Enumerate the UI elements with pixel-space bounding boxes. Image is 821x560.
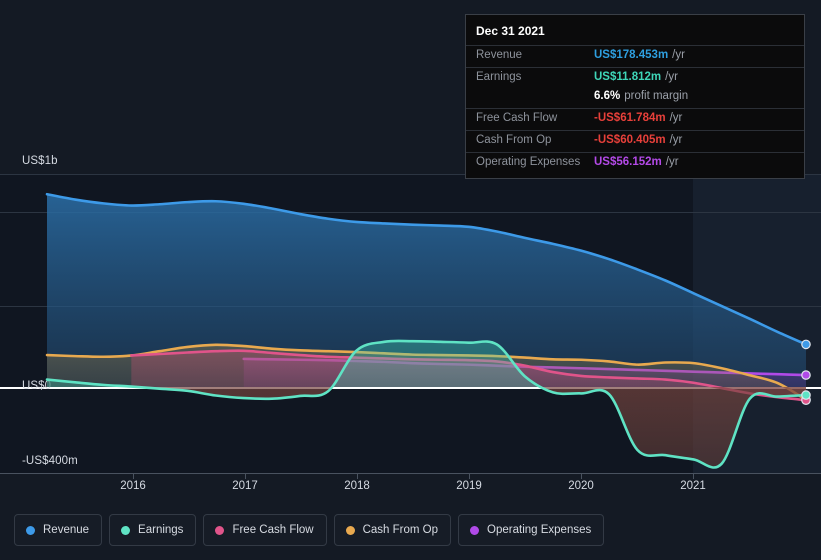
tooltip-row-label: Revenue xyxy=(476,49,523,61)
tooltip-row-suffix: /yr xyxy=(665,71,678,83)
legend-item-label: Earnings xyxy=(138,524,184,536)
tooltip-row-value: 6.6% xyxy=(594,90,621,102)
tooltip-row-label: Operating Expenses xyxy=(476,156,581,168)
legend-swatch-icon xyxy=(215,525,225,535)
endpoint-dot-operating-expenses xyxy=(801,370,811,380)
legend-item-revenue[interactable]: Revenue xyxy=(14,514,103,546)
tooltip-row: Revenue US$178.453m/yr xyxy=(466,45,804,67)
tooltip-row-label: Earnings xyxy=(476,71,522,83)
tooltip-rows: Revenue US$178.453m/yr Earnings US$11.812m /… xyxy=(466,45,804,174)
legend-swatch-icon xyxy=(345,525,355,535)
tooltip-row-label: Free Cash Flow xyxy=(476,112,558,124)
tooltip-row: Earnings US$11.812m/yr xyxy=(466,67,804,89)
legend-item-earnings[interactable]: Earnings xyxy=(109,514,197,546)
tooltip-title: Dec 31 2021 xyxy=(476,24,545,38)
legend-swatch-icon xyxy=(26,525,35,535)
tooltip-row-suffix: /yr xyxy=(669,112,683,124)
tooltip-row: Free Cash Flow -US$61.784m/yr xyxy=(466,108,804,130)
legend-item-operating-expenses[interactable]: Operating Expenses xyxy=(458,514,605,546)
chart-legend: Revenue Earnings Free Cash Flow Cash From O… xyxy=(14,514,605,546)
endpoint-dot-earnings xyxy=(801,390,811,400)
tooltip-row-value: -US$60.405m xyxy=(594,134,666,146)
tooltip-row-suffix: /yr xyxy=(669,134,683,146)
tooltip-row-suffix: profit margin xyxy=(624,90,689,102)
tooltip-row-suffix: /yr xyxy=(672,49,685,61)
legend-item-label: Cash From Op xyxy=(362,524,439,536)
legend-item-free-cash-flow[interactable]: Free Cash Flow xyxy=(203,514,327,546)
tooltip-row-label: Cash From Op xyxy=(476,134,552,146)
tooltip-row-value: US$11.812m xyxy=(594,71,662,83)
tooltip-row-value: US$178.453m xyxy=(594,49,669,61)
legend-swatch-icon xyxy=(121,525,131,535)
tooltip-row-suffix: /yr xyxy=(665,156,679,168)
legend-item-label: Revenue xyxy=(43,524,90,536)
legend-item-label: Free Cash Flow xyxy=(232,524,314,536)
tooltip-card: Dec 31 2021 Revenue US$178.453m/yr Earning… xyxy=(465,14,805,179)
endpoint-dot-revenue xyxy=(801,339,811,350)
tooltip-row-value: -US$61.784m xyxy=(594,112,666,124)
tooltip-row: Cash From Op -US$60.405m/yr xyxy=(466,130,804,152)
financial-chart: US$1b US$0 -US$400m 2016 2017 2018 2019 … xyxy=(0,0,821,560)
tooltip-row: Operating Expenses US$56.152m/yr xyxy=(466,152,804,174)
tooltip-row: 6.6% profit margin xyxy=(466,89,804,108)
tooltip-row-value: US$56.152m xyxy=(594,156,662,168)
legend-item-label: Operating Expenses xyxy=(487,524,592,536)
legend-swatch-icon xyxy=(470,525,480,535)
legend-item-cash-from-op[interactable]: Cash From Op xyxy=(333,514,452,546)
